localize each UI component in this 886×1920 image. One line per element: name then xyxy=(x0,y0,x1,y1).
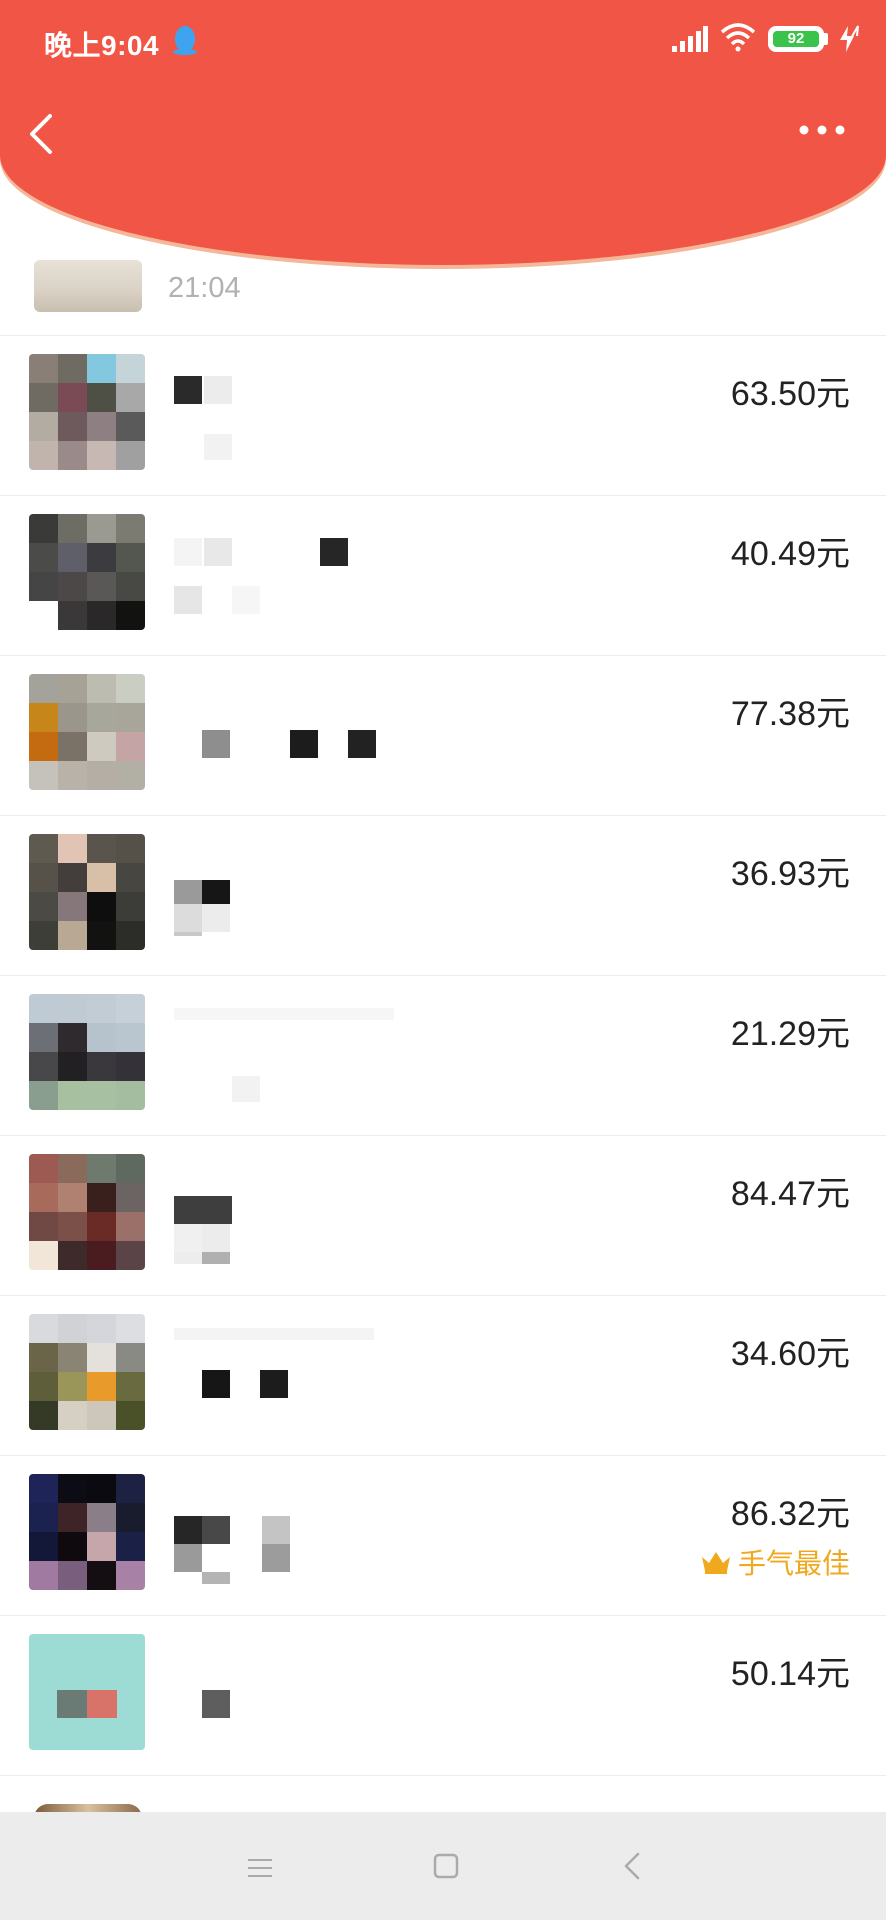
amount-text: 77.38元 xyxy=(730,695,850,733)
name-pixelated xyxy=(174,538,348,614)
system-navigation-bar xyxy=(0,1812,886,1920)
avatar xyxy=(29,1154,145,1270)
amount-text: 40.49元 xyxy=(730,535,850,573)
name-pixelated xyxy=(174,376,232,460)
battery-icon: 92 xyxy=(768,26,824,52)
amount-text: 84.47元 xyxy=(730,1175,850,1213)
crown-icon xyxy=(701,1552,730,1574)
qq-penguin-icon xyxy=(173,26,197,55)
avatar xyxy=(29,514,145,630)
signal-icon xyxy=(672,26,708,52)
more-dots-icon[interactable] xyxy=(796,110,848,150)
list-item[interactable]: 63.50元 xyxy=(0,336,886,496)
name-pixelated xyxy=(202,1690,230,1718)
status-bar: 晚上9:04 92 xyxy=(0,0,886,80)
list-item[interactable]: 40.49元 xyxy=(0,496,886,656)
list-item[interactable]: 34.60元 xyxy=(0,1296,886,1456)
amount-text: 50.14元 xyxy=(730,1655,850,1693)
best-luck-badge: 手气最佳 xyxy=(700,1542,850,1582)
list-item-partial[interactable] xyxy=(0,1776,886,1818)
avatar xyxy=(29,1634,145,1750)
best-luck-label: 手气最佳 xyxy=(737,1548,850,1579)
amount-text: 63.50元 xyxy=(730,375,850,413)
name-pixelated xyxy=(202,730,376,758)
menu-lines-icon[interactable] xyxy=(246,1856,276,1880)
list-item[interactable]: 84.47元 xyxy=(0,1136,886,1296)
avatar xyxy=(34,260,142,312)
wifi-icon xyxy=(720,23,756,52)
avatar xyxy=(29,834,145,950)
home-square-icon[interactable] xyxy=(432,1852,460,1880)
list-item[interactable]: 77.38元 xyxy=(0,656,886,816)
list-item[interactable]: 36.93元 xyxy=(0,816,886,976)
charging-icon xyxy=(840,25,859,52)
received-time: 21:04 xyxy=(168,272,241,304)
battery-nub xyxy=(824,33,828,45)
list-item[interactable]: 50.14元 xyxy=(0,1616,886,1776)
name-pixelated xyxy=(174,904,230,932)
amount-text: 21.29元 xyxy=(730,1015,850,1053)
name-pixelated xyxy=(174,1328,374,1398)
list-item[interactable]: 86.32元 手气最佳 xyxy=(0,1456,886,1616)
avatar xyxy=(29,994,145,1110)
amount-text: 36.93元 xyxy=(730,855,850,893)
name-pixelated xyxy=(174,1008,394,1102)
back-chevron-icon[interactable] xyxy=(620,1850,644,1882)
name-pixelated xyxy=(174,1196,232,1264)
avatar xyxy=(29,674,145,790)
red-packet-header: 晚上9:04 92 xyxy=(0,0,886,265)
avatar xyxy=(29,1474,145,1590)
avatar xyxy=(29,1314,145,1430)
battery-level: 92 xyxy=(773,31,819,47)
amount-text: 34.60元 xyxy=(730,1335,850,1373)
name-pixelated xyxy=(174,1516,290,1584)
amount-text: 86.32元 xyxy=(730,1495,850,1533)
back-arrow-icon[interactable] xyxy=(18,108,68,158)
list-item[interactable]: 21.29元 xyxy=(0,976,886,1136)
avatar xyxy=(29,354,145,470)
status-time: 晚上9:04 xyxy=(44,30,160,61)
